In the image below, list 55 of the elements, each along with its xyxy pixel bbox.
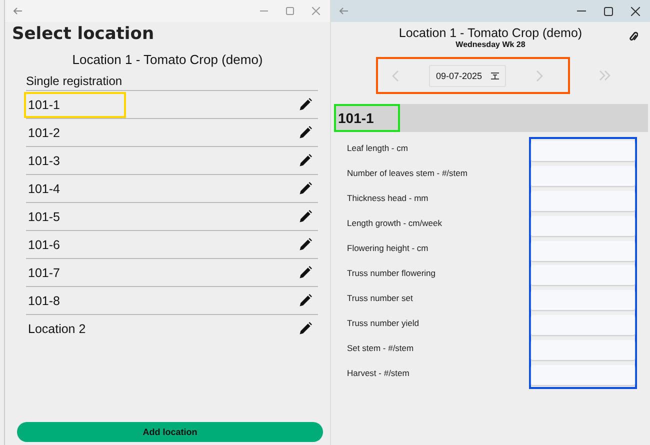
back-icon[interactable] bbox=[13, 7, 23, 15]
section-label: Single registration bbox=[26, 74, 124, 90]
input-field[interactable] bbox=[531, 141, 635, 162]
location-name[interactable]: 101-4 bbox=[26, 178, 62, 200]
chevron-left-icon[interactable] bbox=[392, 70, 399, 82]
field-label: Set stem - #/stem bbox=[347, 342, 414, 352]
close-icon[interactable] bbox=[631, 6, 640, 16]
back-icon[interactable] bbox=[339, 7, 349, 15]
input-field[interactable] bbox=[531, 364, 635, 385]
input-field[interactable] bbox=[531, 190, 635, 211]
field-label: Harvest - #/stem bbox=[347, 368, 410, 378]
section-title: 101-1 bbox=[336, 106, 398, 130]
field-label: Leaf length - cm bbox=[347, 142, 408, 152]
field-label: Truss number set bbox=[347, 292, 413, 302]
location-name[interactable]: 101-7 bbox=[26, 262, 62, 284]
input-field[interactable] bbox=[531, 314, 635, 335]
pencil-icon[interactable] bbox=[299, 126, 312, 139]
chevron-right-icon[interactable] bbox=[536, 70, 543, 82]
location-name[interactable]: 101-8 bbox=[26, 290, 62, 312]
date-subtitle: Wednesday Wk 28 bbox=[454, 40, 526, 49]
page-title: Select location bbox=[12, 24, 156, 46]
date-field[interactable]: 09-07-2025 bbox=[428, 64, 506, 86]
field-label: Number of leaves stem - #/stem bbox=[347, 168, 468, 178]
add-location-button[interactable]: Add location bbox=[17, 422, 323, 442]
location-name[interactable]: 101-5 bbox=[26, 206, 62, 228]
input-field[interactable] bbox=[531, 340, 635, 360]
double-chevron-icon[interactable] bbox=[599, 70, 611, 81]
pencil-icon[interactable] bbox=[299, 154, 312, 167]
pencil-icon[interactable] bbox=[299, 322, 312, 335]
location-heading: Location 1 - Tomato Crop (demo) bbox=[71, 52, 264, 69]
field-label: Truss number yield bbox=[347, 318, 419, 328]
location-name[interactable]: 101-2 bbox=[26, 122, 62, 144]
location-name[interactable]: 101-3 bbox=[26, 150, 62, 172]
paperclip-icon[interactable] bbox=[629, 31, 638, 42]
field-label: Thickness head - mm bbox=[347, 192, 428, 202]
pencil-icon[interactable] bbox=[299, 182, 312, 195]
input-field[interactable] bbox=[531, 166, 635, 186]
location-name[interactable]: 101-1 bbox=[26, 94, 124, 116]
pencil-icon[interactable] bbox=[299, 98, 312, 111]
location-name[interactable]: 101-6 bbox=[26, 234, 62, 256]
field-label: Length growth - cm/week bbox=[347, 218, 442, 228]
location-name[interactable]: Location 2 bbox=[26, 318, 88, 340]
pencil-icon[interactable] bbox=[299, 210, 312, 223]
input-field[interactable] bbox=[531, 265, 635, 286]
location-heading: Location 1 - Tomato Crop (demo) bbox=[398, 26, 582, 40]
calendar-icon bbox=[491, 72, 500, 80]
pencil-icon[interactable] bbox=[299, 266, 312, 279]
maximize-icon[interactable] bbox=[604, 6, 613, 16]
input-field[interactable] bbox=[531, 240, 635, 261]
field-label: Flowering height - cm bbox=[347, 242, 428, 252]
input-field[interactable] bbox=[531, 290, 635, 310]
pencil-icon[interactable] bbox=[299, 238, 312, 251]
pencil-icon[interactable] bbox=[299, 294, 312, 307]
field-label: Truss number flowering bbox=[347, 268, 436, 278]
input-field[interactable] bbox=[531, 216, 635, 236]
